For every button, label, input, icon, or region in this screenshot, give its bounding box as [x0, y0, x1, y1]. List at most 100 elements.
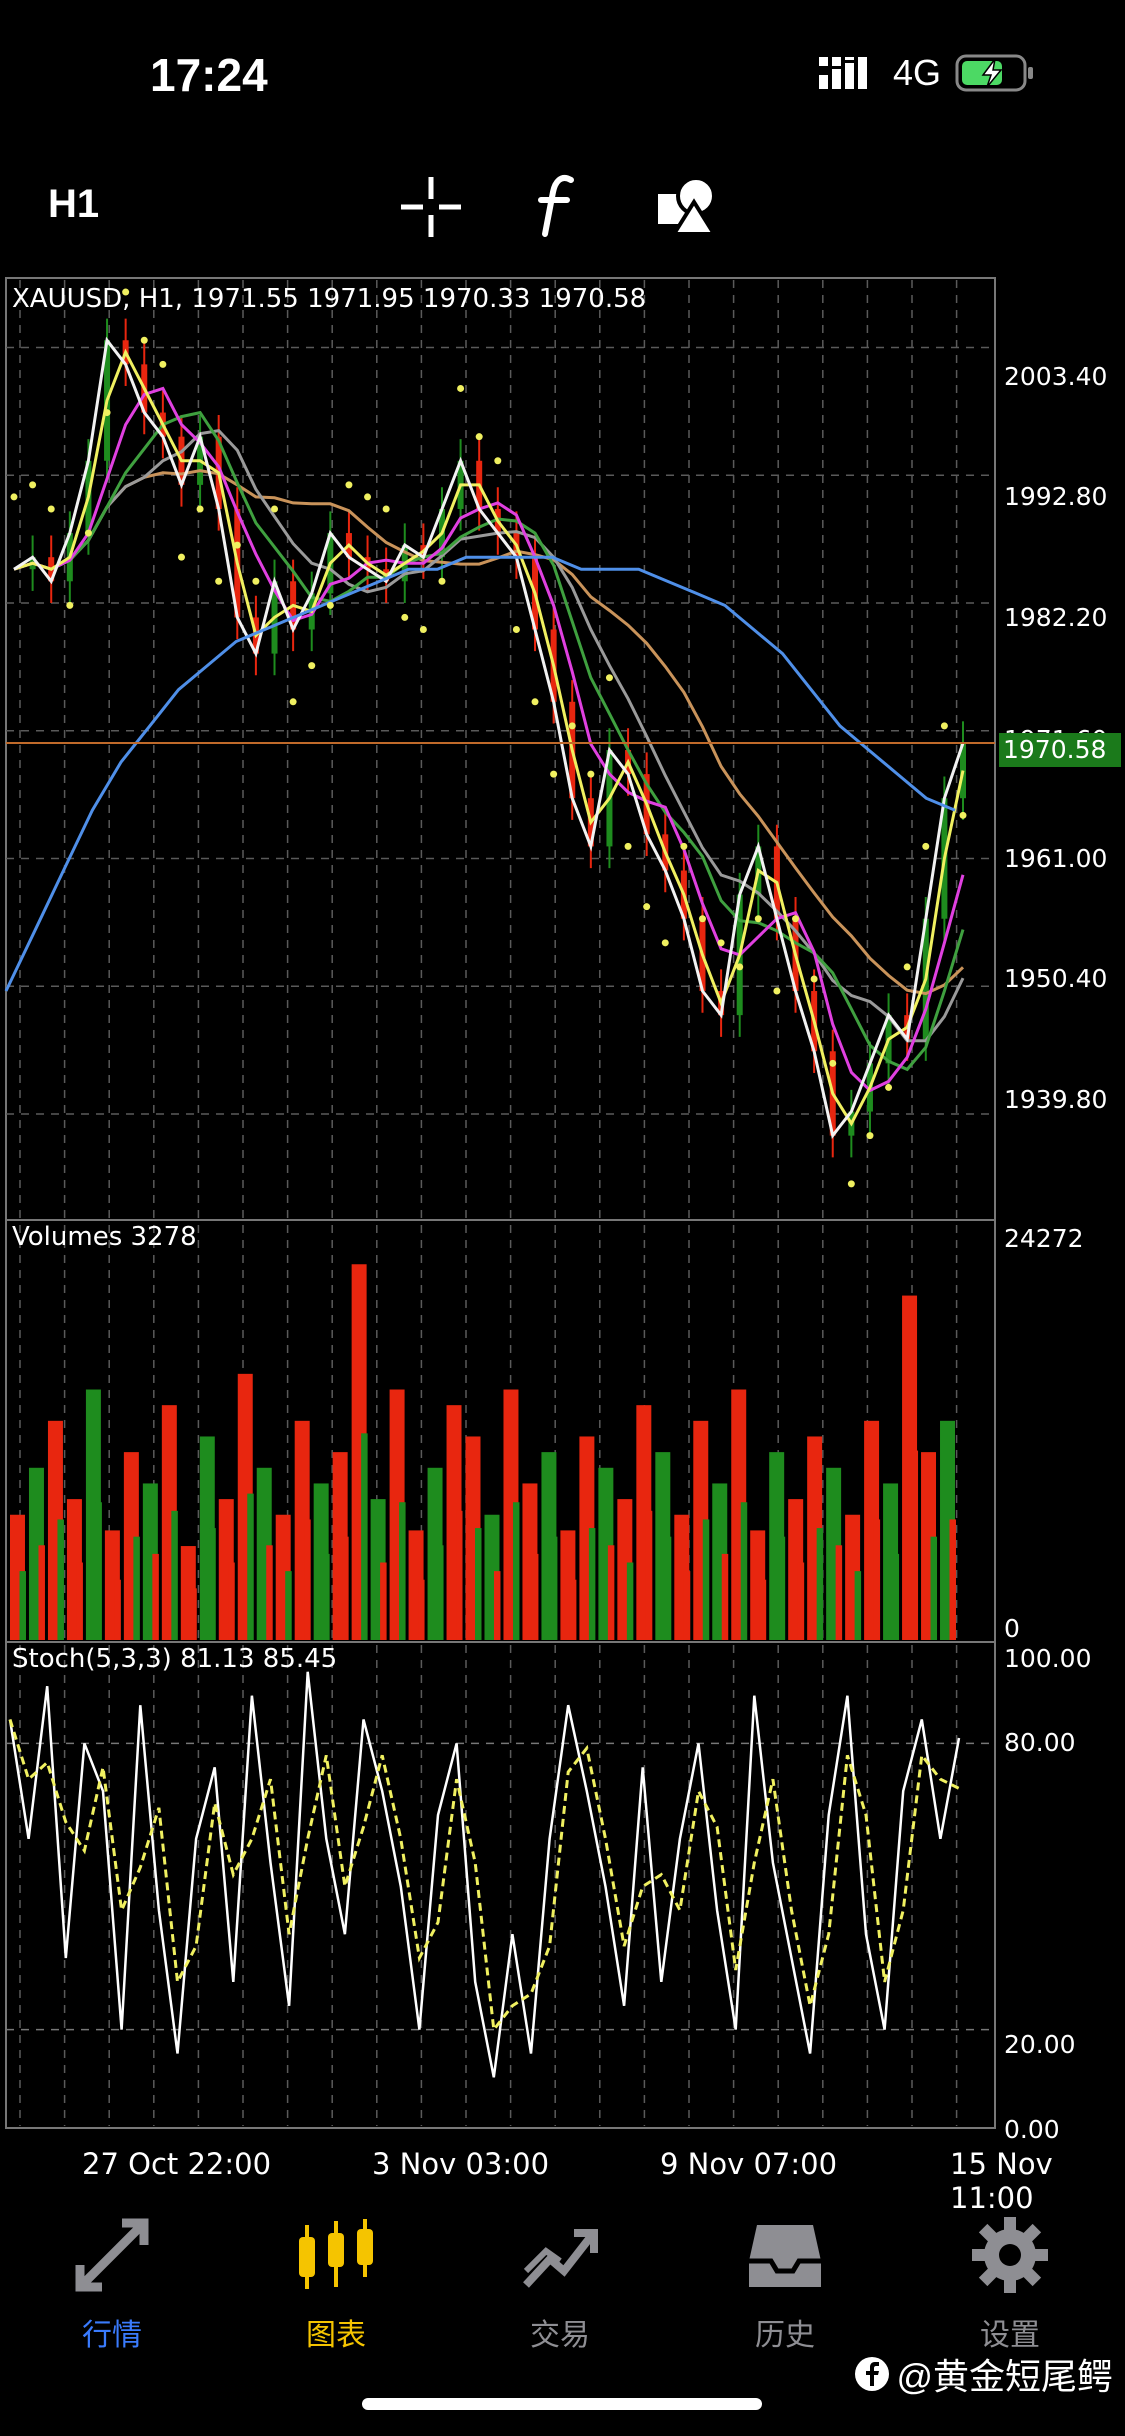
price-label: 1939.80	[1004, 1085, 1108, 1114]
stoch-label: 80.00	[1004, 1728, 1076, 1757]
moving-average-line	[13, 469, 965, 996]
volume-bar	[456, 1510, 463, 1640]
volume-bar	[949, 1519, 956, 1640]
tab-trade[interactable]: 交易	[470, 2210, 650, 2354]
sar-dot	[401, 613, 409, 621]
chart-toolbar: H1	[0, 160, 1125, 250]
price-label: 1992.80	[1004, 482, 1108, 511]
long-moving-average-line	[4, 555, 956, 992]
price-label: 1950.40	[1004, 964, 1108, 993]
volume-bar	[721, 1553, 729, 1640]
sar-dot	[103, 409, 111, 417]
sar-dot	[494, 457, 502, 465]
bottom-tab-bar: 行情 图表 交易 历史 设置	[0, 2200, 1125, 2360]
status-indicators: 4G	[818, 52, 1035, 94]
sar-dot	[717, 939, 725, 947]
tab-label: 历史	[755, 2319, 815, 2352]
quotes-arrows-icon	[22, 2210, 202, 2300]
settings-gear-icon	[920, 2210, 1100, 2300]
volume-bar	[645, 1510, 653, 1640]
volume-bar	[190, 1588, 197, 1640]
sar-dot	[345, 481, 353, 489]
sar-dot	[47, 505, 55, 513]
sar-dot	[84, 529, 92, 537]
volume-max-label: 24272	[1004, 1224, 1084, 1253]
crosshair-icon[interactable]	[396, 172, 466, 242]
volume-bar	[437, 1545, 444, 1640]
stoch-label: 100.00	[1004, 1644, 1092, 1673]
price-line	[13, 336, 965, 1140]
indicators-icon[interactable]	[522, 172, 592, 242]
sar-dot	[792, 915, 800, 923]
volume-bar	[740, 1502, 748, 1640]
sar-dot	[661, 939, 669, 947]
volume-bar	[930, 1536, 938, 1640]
sar-dot	[271, 505, 279, 513]
volume-bar	[493, 1571, 501, 1640]
sar-dot	[140, 336, 148, 344]
volume-bar	[228, 1562, 235, 1640]
volume-bar	[133, 1536, 140, 1640]
chart-candles-icon	[246, 2210, 426, 2300]
timeframe-button[interactable]: H1	[48, 182, 99, 227]
tab-label: 交易	[530, 2319, 590, 2352]
objects-icon[interactable]	[654, 172, 724, 242]
sar-dot	[698, 915, 706, 923]
time-label: 27 Oct 22:00	[82, 2147, 272, 2181]
volume-bar	[873, 1519, 881, 1640]
status-time: 17:24	[150, 49, 268, 101]
sar-dot	[885, 1083, 893, 1091]
sar-dot	[643, 903, 651, 911]
chart-header: XAUUSD, H1, 1971.55 1971.95 1970.33 1970…	[12, 284, 647, 314]
sar-dot	[605, 674, 613, 682]
volume-bar	[38, 1545, 45, 1640]
volume-bar	[361, 1433, 368, 1640]
sar-dot	[215, 577, 223, 585]
chart-canvas[interactable]	[0, 270, 1125, 2170]
sar-dot	[754, 915, 762, 923]
sar-dot	[159, 360, 167, 368]
volume-bar	[152, 1553, 159, 1640]
tab-quotes[interactable]: 行情	[22, 2210, 202, 2354]
sar-dot	[457, 384, 465, 392]
chart-area[interactable]: XAUUSD, H1, 1971.55 1971.95 1970.33 1970…	[0, 270, 1125, 2215]
sar-dot	[922, 842, 930, 850]
sar-dot	[531, 698, 539, 706]
volume-bar	[854, 1571, 862, 1640]
stoch-label: 20.00	[1004, 2030, 1076, 2059]
sar-dot	[512, 625, 520, 633]
volume-bar	[531, 1553, 539, 1640]
sar-dot	[959, 811, 967, 819]
tab-settings[interactable]: 设置	[920, 2210, 1100, 2354]
volume-bar	[285, 1571, 292, 1640]
signal-icon	[818, 57, 867, 89]
tab-label: 行情	[82, 2319, 142, 2352]
volume-bar	[892, 1553, 900, 1640]
volume-bar	[607, 1545, 615, 1640]
trade-chart-icon	[470, 2210, 650, 2300]
sar-dot	[680, 842, 688, 850]
stoch-main-line	[8, 1671, 961, 2078]
sar-dot	[233, 541, 241, 549]
sar-dot	[326, 601, 334, 609]
price-label: 2003.40	[1004, 362, 1108, 391]
sar-dot	[829, 1059, 837, 1067]
volume-bar	[475, 1528, 482, 1640]
sar-dot	[624, 842, 632, 850]
sar-dot	[252, 577, 260, 585]
volume-bar	[588, 1528, 596, 1640]
watermark-text: @黄金短尾鳄	[896, 2356, 1113, 2397]
tab-chart[interactable]: 图表	[246, 2210, 426, 2354]
sar-dot	[308, 662, 316, 670]
volume-bar	[171, 1510, 178, 1640]
volume-bar	[683, 1571, 691, 1640]
volume-bar	[304, 1519, 311, 1640]
sar-dot	[10, 493, 18, 501]
time-label: 9 Nov 07:00	[660, 2147, 838, 2181]
sar-dot	[550, 770, 558, 778]
volume-bar	[19, 1571, 26, 1640]
volume-bar	[664, 1536, 672, 1640]
moving-average-line	[13, 386, 965, 1093]
tab-history[interactable]: 历史	[695, 2210, 875, 2354]
sar-dot	[810, 975, 818, 983]
